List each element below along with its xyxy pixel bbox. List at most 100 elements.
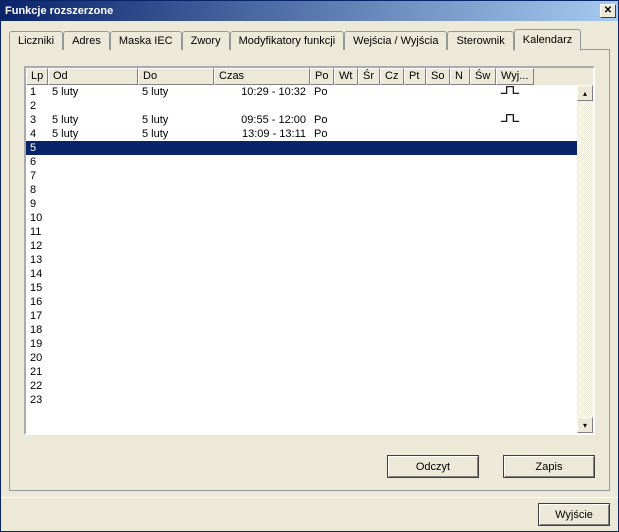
schedule-listview[interactable]: LpOdDoCzasPoWtŚrCzPtSoNŚwWyj... 15 luty5… [24, 66, 595, 435]
column-header[interactable]: Cz [380, 68, 404, 85]
cell [48, 155, 138, 169]
cell: Po [310, 85, 334, 99]
cell [380, 211, 404, 225]
scroll-up-icon[interactable]: ▴ [577, 85, 593, 101]
cell [138, 365, 214, 379]
cell [404, 379, 426, 393]
table-row[interactable]: 2 [26, 99, 593, 113]
cell: 5 luty [138, 127, 214, 141]
column-header[interactable]: Śr [358, 68, 380, 85]
titlebar[interactable]: Funkcje rozszerzone ✕ [1, 1, 618, 21]
cell [138, 169, 214, 183]
cell [470, 211, 496, 225]
column-header[interactable]: Od [48, 68, 138, 85]
table-row[interactable]: 16 [26, 295, 593, 309]
cell [358, 323, 380, 337]
cell: 5 luty [48, 127, 138, 141]
table-row[interactable]: 20 [26, 351, 593, 365]
column-header[interactable]: Pt [404, 68, 426, 85]
cell [404, 127, 426, 141]
close-icon[interactable]: ✕ [600, 4, 616, 18]
cell [404, 295, 426, 309]
tab-kalendarz[interactable]: Kalendarz [514, 29, 582, 51]
table-row[interactable]: 18 [26, 323, 593, 337]
column-header[interactable]: Wyj... [496, 68, 534, 85]
cell [358, 267, 380, 281]
cell [450, 169, 470, 183]
cell: 3 [26, 113, 48, 127]
table-row[interactable]: 9 [26, 197, 593, 211]
cell [380, 85, 404, 99]
table-row[interactable]: 10 [26, 211, 593, 225]
column-header[interactable]: Wt [334, 68, 358, 85]
table-row[interactable]: 5 [26, 141, 593, 155]
table-row[interactable]: 15 [26, 281, 593, 295]
cell [310, 155, 334, 169]
table-row[interactable]: 14 [26, 267, 593, 281]
tab-wej-cia-wyj-cia[interactable]: Wejścia / Wyjścia [344, 31, 447, 50]
cell: 14 [26, 267, 48, 281]
table-row[interactable]: 13 [26, 253, 593, 267]
cell [214, 211, 310, 225]
cell [358, 155, 380, 169]
table-row[interactable]: 6 [26, 155, 593, 169]
cell [334, 127, 358, 141]
table-row[interactable]: 7 [26, 169, 593, 183]
tab-liczniki[interactable]: Liczniki [9, 31, 63, 50]
cell [334, 253, 358, 267]
cell [450, 267, 470, 281]
cell: Po [310, 127, 334, 141]
column-header[interactable]: Lp [26, 68, 48, 85]
pulse-icon [500, 113, 518, 123]
tab-modyfikatory-funkcji[interactable]: Modyfikatory funkcji [230, 31, 345, 50]
tab-adres[interactable]: Adres [63, 31, 110, 50]
column-header[interactable]: So [426, 68, 450, 85]
cell [138, 155, 214, 169]
cell [470, 267, 496, 281]
exit-button[interactable]: Wyjście [538, 503, 610, 526]
cell [380, 239, 404, 253]
table-row[interactable]: 12 [26, 239, 593, 253]
table-row[interactable]: 11 [26, 225, 593, 239]
table-row[interactable]: 8 [26, 183, 593, 197]
cell [404, 267, 426, 281]
tab-sterownik[interactable]: Sterownik [447, 31, 513, 50]
table-row[interactable]: 45 luty5 luty13:09 - 13:11Po [26, 127, 593, 141]
cell: 12 [26, 239, 48, 253]
cell [358, 113, 380, 127]
column-header[interactable]: Do [138, 68, 214, 85]
cell [310, 337, 334, 351]
cell [380, 99, 404, 113]
table-row[interactable]: 21 [26, 365, 593, 379]
column-header[interactable]: Po [310, 68, 334, 85]
cell [470, 113, 496, 127]
cell [334, 183, 358, 197]
cell [214, 197, 310, 211]
column-header[interactable]: Św [470, 68, 496, 85]
cell [450, 365, 470, 379]
table-row[interactable]: 35 luty5 luty09:55 - 12:00Po [26, 113, 593, 127]
cell [496, 379, 534, 393]
scroll-down-icon[interactable]: ▾ [577, 417, 593, 433]
cell [380, 281, 404, 295]
cell [334, 393, 358, 407]
window-title: Funkcje rozszerzone [5, 5, 113, 17]
tab-maska-iec[interactable]: Maska IEC [110, 31, 182, 50]
cell [426, 309, 450, 323]
table-row[interactable]: 17 [26, 309, 593, 323]
table-row[interactable]: 22 [26, 379, 593, 393]
cell: 17 [26, 309, 48, 323]
cell [138, 211, 214, 225]
column-header[interactable]: N [450, 68, 470, 85]
scroll-track[interactable] [577, 101, 593, 417]
cell [380, 295, 404, 309]
cell [450, 211, 470, 225]
tab-zwory[interactable]: Zwory [182, 31, 230, 50]
column-header[interactable]: Czas [214, 68, 310, 85]
table-row[interactable]: 15 luty5 luty10:29 - 10:32Po [26, 85, 593, 99]
vertical-scrollbar[interactable]: ▴ ▾ [577, 85, 593, 433]
table-row[interactable]: 23 [26, 393, 593, 407]
table-row[interactable]: 19 [26, 337, 593, 351]
read-button[interactable]: Odczyt [387, 455, 479, 478]
write-button[interactable]: Zapis [503, 455, 595, 478]
